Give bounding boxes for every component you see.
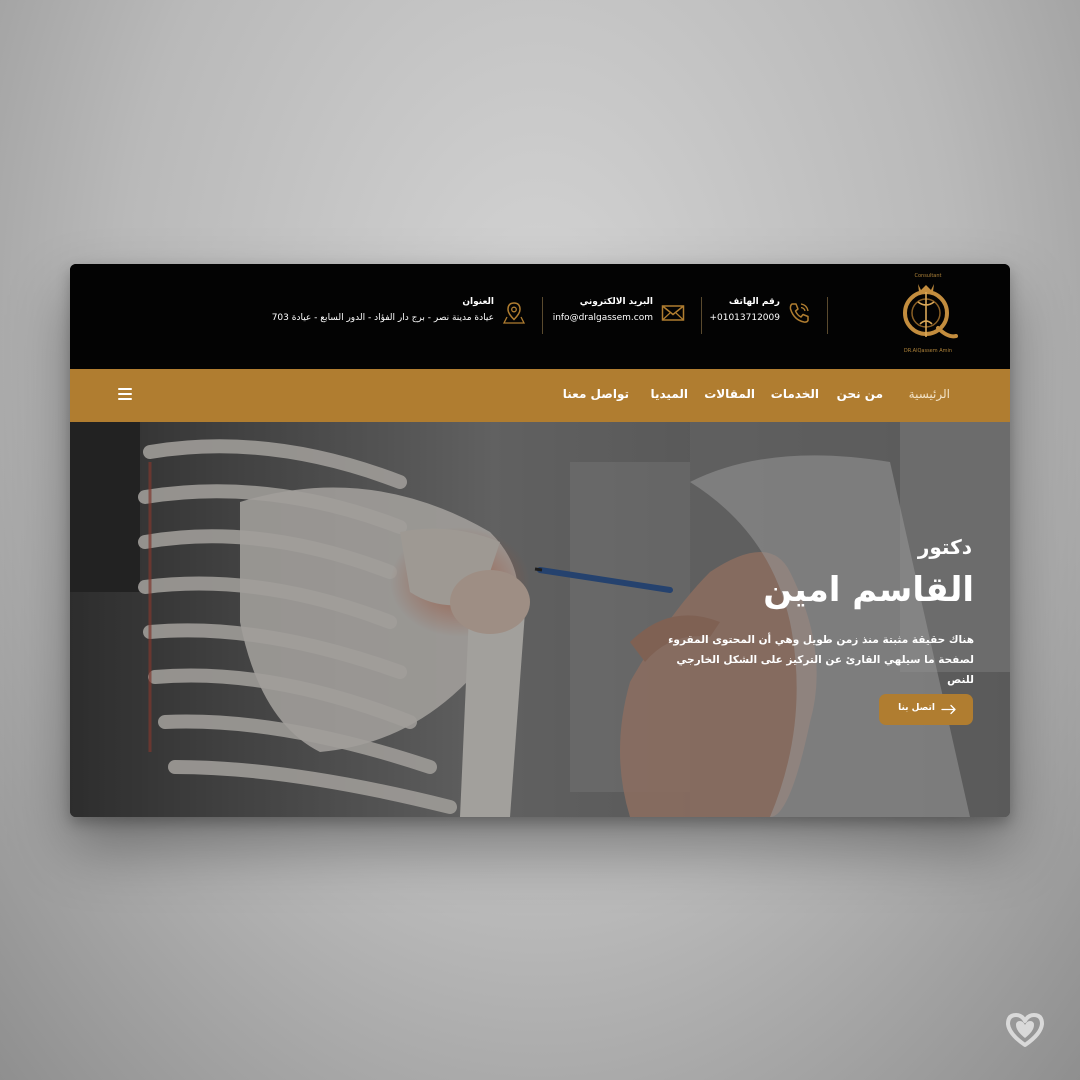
divider [701, 297, 702, 334]
hero-description: هناك حقيقة مثبتة منذ زمن طويل وهي أن الم… [668, 634, 974, 686]
site-logo[interactable]: Consultant DR.AlQassem Amin [896, 270, 960, 358]
phone-icon [789, 303, 809, 323]
address-title: العنوان [462, 297, 494, 307]
logo-caption-top: Consultant [914, 273, 942, 279]
hero-section: دكتور القاسم امين هناك حقيقة مثبتة منذ ز… [70, 422, 1010, 817]
top-info-bar: Consultant DR.AlQassem Amin رقم الهاتف 0… [70, 264, 1010, 369]
nav-item-about[interactable]: من نحن [837, 387, 883, 401]
nav-item-contact[interactable]: تواصل معنا [563, 387, 629, 401]
email-title: البريد الالكتروني [579, 297, 653, 307]
hamburger-menu-icon[interactable] [118, 388, 132, 400]
divider [827, 297, 828, 334]
nav-item-articles[interactable]: المقالات [704, 387, 755, 401]
email-info[interactable]: البريد الالكتروني info@dralgassem.com [553, 297, 653, 337]
address-info: العنوان عيادة مدينة نصر - برج دار الفؤاد… [272, 297, 494, 337]
address-value: عيادة مدينة نصر - برج دار الفؤاد - الدور… [271, 313, 494, 323]
hero-kicker: دكتور [917, 535, 972, 559]
location-pin-icon [502, 302, 526, 324]
nav-item-home[interactable]: الرئيسية [909, 387, 950, 401]
website-screenshot: Consultant DR.AlQassem Amin رقم الهاتف 0… [70, 264, 1010, 817]
phone-title: رقم الهاتف [728, 297, 780, 307]
divider [542, 297, 543, 334]
monogram-logo-icon [903, 284, 958, 339]
contact-us-label: اتصل بنا [898, 703, 935, 713]
nav-item-services[interactable]: الخدمات [771, 387, 819, 401]
phone-info[interactable]: رقم الهاتف 01013712009+ [709, 297, 780, 337]
nav-item-media[interactable]: الميديا [650, 387, 688, 401]
envelope-icon [661, 305, 685, 321]
main-nav-bar: الرئيسية من نحن الخدمات المقالات الميديا… [70, 369, 1010, 422]
email-value[interactable]: info@dralgassem.com [553, 313, 653, 323]
logo-caption-bottom: DR.AlQassem Amin [903, 348, 953, 354]
hero-title: القاسم امين [763, 570, 974, 610]
heart-icon [1006, 1013, 1044, 1047]
arrow-right-icon [941, 704, 956, 715]
phone-value[interactable]: 01013712009+ [709, 313, 780, 323]
hero-dark-overlay [70, 422, 1010, 817]
contact-us-button[interactable]: اتصل بنا [879, 694, 973, 725]
